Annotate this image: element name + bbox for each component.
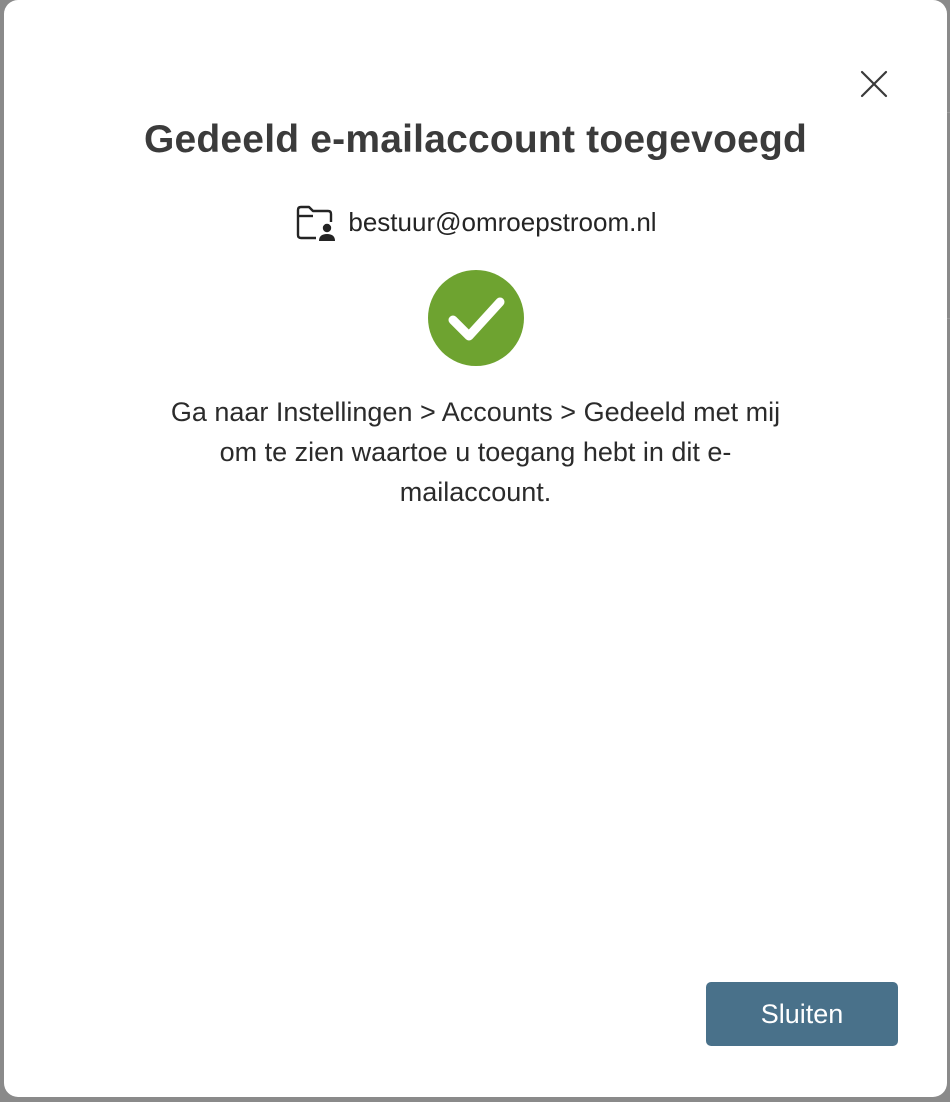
checkmark-circle-icon: [428, 270, 524, 366]
account-row: bestuur@omroepstroom.nl: [4, 200, 947, 244]
info-message: Ga naar Instellingen > Accounts > Gedeel…: [170, 397, 781, 507]
close-icon: [860, 70, 888, 98]
dialog-title: Gedeeld e-mailaccount toegevoegd: [143, 118, 808, 161]
shared-account-dialog: Gedeeld e-mailaccount toegevoegd bestuur…: [4, 0, 947, 1097]
account-email: bestuur@omroepstroom.nl: [348, 206, 657, 237]
shared-folder-person-icon: [294, 200, 338, 244]
close-dialog-button[interactable]: [856, 66, 892, 102]
close-button[interactable]: Sluiten: [706, 982, 898, 1046]
